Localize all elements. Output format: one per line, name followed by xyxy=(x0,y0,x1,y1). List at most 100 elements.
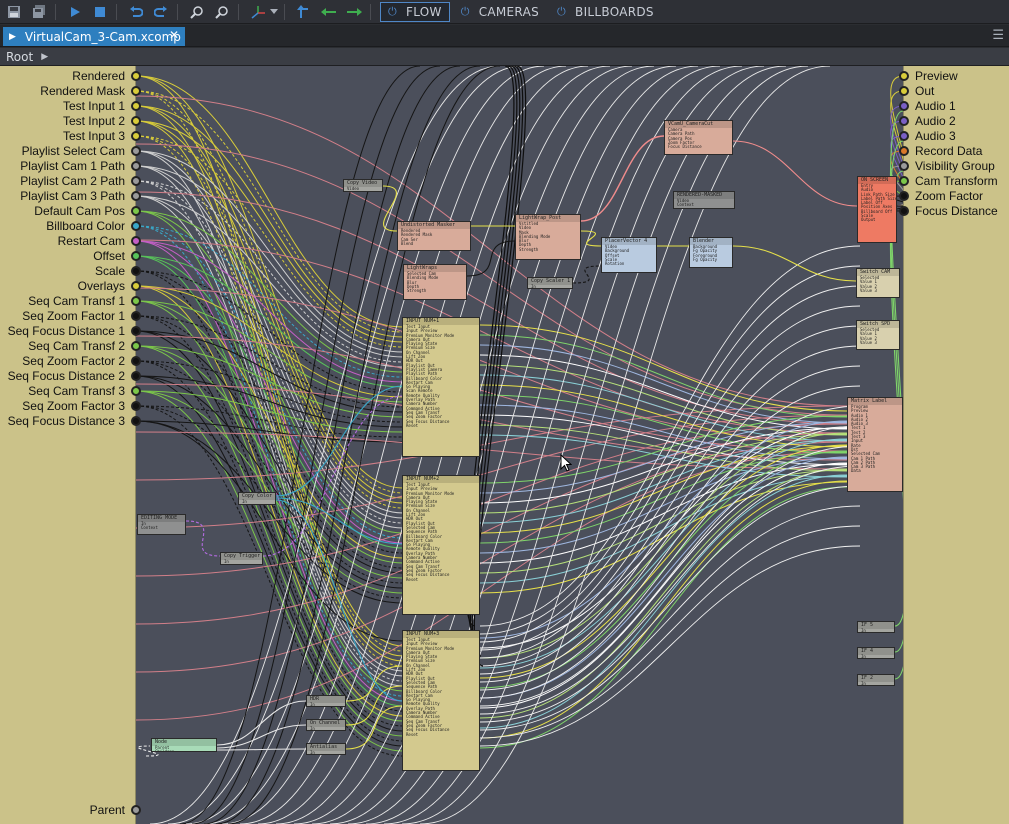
node-port-label: Video xyxy=(347,186,360,191)
port-socket-icon[interactable] xyxy=(899,101,909,111)
port-socket-icon[interactable] xyxy=(131,176,141,186)
input-port-label: Seq Focus Distance 1 xyxy=(7,324,125,338)
port-socket-icon[interactable] xyxy=(131,311,141,321)
redo-icon[interactable] xyxy=(150,2,172,22)
node-switch-spd[interactable]: Switch SPD Selected Value 1 Value 2 Value 3 xyxy=(856,320,900,350)
node-input-3[interactable]: INPUT NUM+3 Test Input Input Preview Premiu… xyxy=(402,630,480,771)
zoom-in-icon[interactable] xyxy=(186,2,208,22)
connection-wire xyxy=(580,230,602,247)
port-socket-icon[interactable] xyxy=(131,356,141,366)
port-socket-icon[interactable] xyxy=(131,116,141,126)
chevron-right-icon[interactable]: ▶ xyxy=(41,52,48,62)
node-editing-mode[interactable]: EDITING MODE In Context xyxy=(137,514,186,535)
zoom-out-icon[interactable] xyxy=(211,2,233,22)
flow-canvas[interactable]: Rendered Rendered Mask Test Input 1 Test In… xyxy=(0,66,1009,824)
port-socket-icon[interactable] xyxy=(131,416,141,426)
input-port-label: Playlist Cam 2 Path xyxy=(20,174,125,188)
node-port-label: Context xyxy=(677,202,694,208)
port-socket-icon[interactable] xyxy=(899,131,909,141)
menu-icon[interactable]: ☰ xyxy=(992,28,1004,43)
node-antialias[interactable]: Antialias In xyxy=(306,743,346,755)
breadcrumb-root[interactable]: Root xyxy=(6,50,33,64)
port-socket-icon[interactable] xyxy=(131,296,141,306)
tab-cameras[interactable]: ⏻ CAMERAS xyxy=(454,2,546,22)
input-port-label: Rendered xyxy=(72,69,125,83)
port-socket-icon[interactable] xyxy=(131,805,141,815)
node-copy-video[interactable]: Copy Video Video xyxy=(343,179,383,192)
tab-flow[interactable]: ⏻ FLOW xyxy=(380,1,450,22)
node-blender[interactable]: Blender Background Fg Opacity Foreground Fg … xyxy=(689,237,733,268)
port-socket-icon[interactable] xyxy=(131,101,141,111)
port-socket-icon[interactable] xyxy=(899,71,909,81)
input-port-label: Test Input 2 xyxy=(62,114,125,128)
save-icon[interactable] xyxy=(3,2,25,22)
port-socket-icon[interactable] xyxy=(131,236,141,246)
output-port-label: Visibility Group xyxy=(915,159,995,173)
dropdown-icon[interactable] xyxy=(269,2,279,22)
node-matrix-label[interactable]: Matrix Label Program Preview Audio 1 Audio 2… xyxy=(847,397,903,492)
node-render-masked[interactable]: RENDERED-MASKED Video Context xyxy=(673,191,735,209)
port-socket-icon[interactable] xyxy=(899,146,909,156)
node-port-label: In xyxy=(861,654,866,659)
input-port-label: Test Input 1 xyxy=(62,99,125,113)
stop-icon[interactable] xyxy=(89,2,111,22)
node-if2[interactable]: IF 2 In xyxy=(857,674,895,686)
connection-wire xyxy=(479,305,861,651)
port-socket-icon[interactable] xyxy=(899,191,909,201)
close-icon[interactable]: ✕ xyxy=(169,28,179,42)
port-socket-icon[interactable] xyxy=(131,401,141,411)
node-if5[interactable]: IF 5 In xyxy=(857,621,895,633)
node-switch-cam[interactable]: Switch CAM Selected Value 1 Value 2 Value 3 xyxy=(856,268,900,298)
port-socket-icon[interactable] xyxy=(131,221,141,231)
node-on-channel[interactable]: On Channel In xyxy=(306,719,346,731)
port-socket-icon[interactable] xyxy=(131,251,141,261)
forward-arrow-icon[interactable] xyxy=(343,2,365,22)
node-copy-scalar[interactable]: Copy Scaler 1 In xyxy=(527,277,573,289)
node-on-screen[interactable]: ON SCREEN Entry Audio Link Path Size Label P… xyxy=(857,176,897,243)
port-socket-icon[interactable] xyxy=(131,281,141,291)
node-lightwraps[interactable]: LightWraps Selected Cam Blending Mode Blur D… xyxy=(403,264,467,300)
port-socket-icon[interactable] xyxy=(131,266,141,276)
node-input-1[interactable]: INPUT NUM+1 Test Input Input Preview Premiu… xyxy=(402,317,480,457)
input-port-label: Playlist Cam 3 Path xyxy=(20,189,125,203)
port-socket-icon[interactable] xyxy=(899,86,909,96)
node-placer-vector[interactable]: PlacerVector 4 Video Background Offset Scale… xyxy=(601,237,657,273)
back-arrow-icon[interactable] xyxy=(318,2,340,22)
node-copy-color[interactable]: Copy Color In xyxy=(238,492,276,505)
port-socket-icon[interactable] xyxy=(899,176,909,186)
node-copy-trigger[interactable]: Copy Trigger In xyxy=(220,552,263,565)
node-undistorted-masker[interactable]: Undistorted Masker Rendered Rendered Mask C… xyxy=(397,221,471,251)
node-lightwrap-post[interactable]: LightWrap_Post Vstitled Video Mask Blending … xyxy=(515,214,581,260)
port-socket-icon[interactable] xyxy=(899,161,909,171)
node-vcamu-cameracut[interactable]: VCamU_CameraCut Camera Camera Path Camera P… xyxy=(664,120,733,155)
port-socket-icon[interactable] xyxy=(131,386,141,396)
power-icon: ⏻ xyxy=(388,4,398,18)
port-socket-icon[interactable] xyxy=(131,191,141,201)
tab-billboards[interactable]: ⏻ BILLBOARDS xyxy=(550,2,661,22)
port-socket-icon[interactable] xyxy=(131,71,141,81)
node-hdr[interactable]: HDR In xyxy=(306,695,346,707)
port-socket-icon[interactable] xyxy=(899,206,909,216)
connection-wire xyxy=(479,486,848,749)
port-socket-icon[interactable] xyxy=(131,341,141,351)
document-tab[interactable]: ▶ VirtualCam_3-Cam.xcomp ✕ xyxy=(3,27,185,46)
port-socket-icon[interactable] xyxy=(131,131,141,141)
up-arrow-icon[interactable] xyxy=(293,2,315,22)
mouse-cursor-icon xyxy=(560,454,572,472)
port-socket-icon[interactable] xyxy=(899,116,909,126)
port-socket-icon[interactable] xyxy=(131,206,141,216)
port-socket-icon[interactable] xyxy=(131,146,141,156)
input-ports-panel: Rendered Rendered Mask Test Input 1 Test In… xyxy=(0,66,141,824)
play-icon[interactable] xyxy=(64,2,86,22)
undo-icon[interactable] xyxy=(125,2,147,22)
port-socket-icon[interactable] xyxy=(131,326,141,336)
node-if4[interactable]: IF 4 In xyxy=(857,647,895,659)
connection-wire xyxy=(732,140,858,207)
save-all-icon[interactable] xyxy=(28,2,50,22)
node-node[interactable]: Node Parent Children xyxy=(151,738,217,752)
port-socket-icon[interactable] xyxy=(131,161,141,171)
port-socket-icon[interactable] xyxy=(131,86,141,96)
axis-icon[interactable] xyxy=(247,2,269,22)
port-socket-icon[interactable] xyxy=(131,371,141,381)
node-input-2[interactable]: INPUT NUM+2 Test Input Input Preview Premiu… xyxy=(402,475,480,615)
